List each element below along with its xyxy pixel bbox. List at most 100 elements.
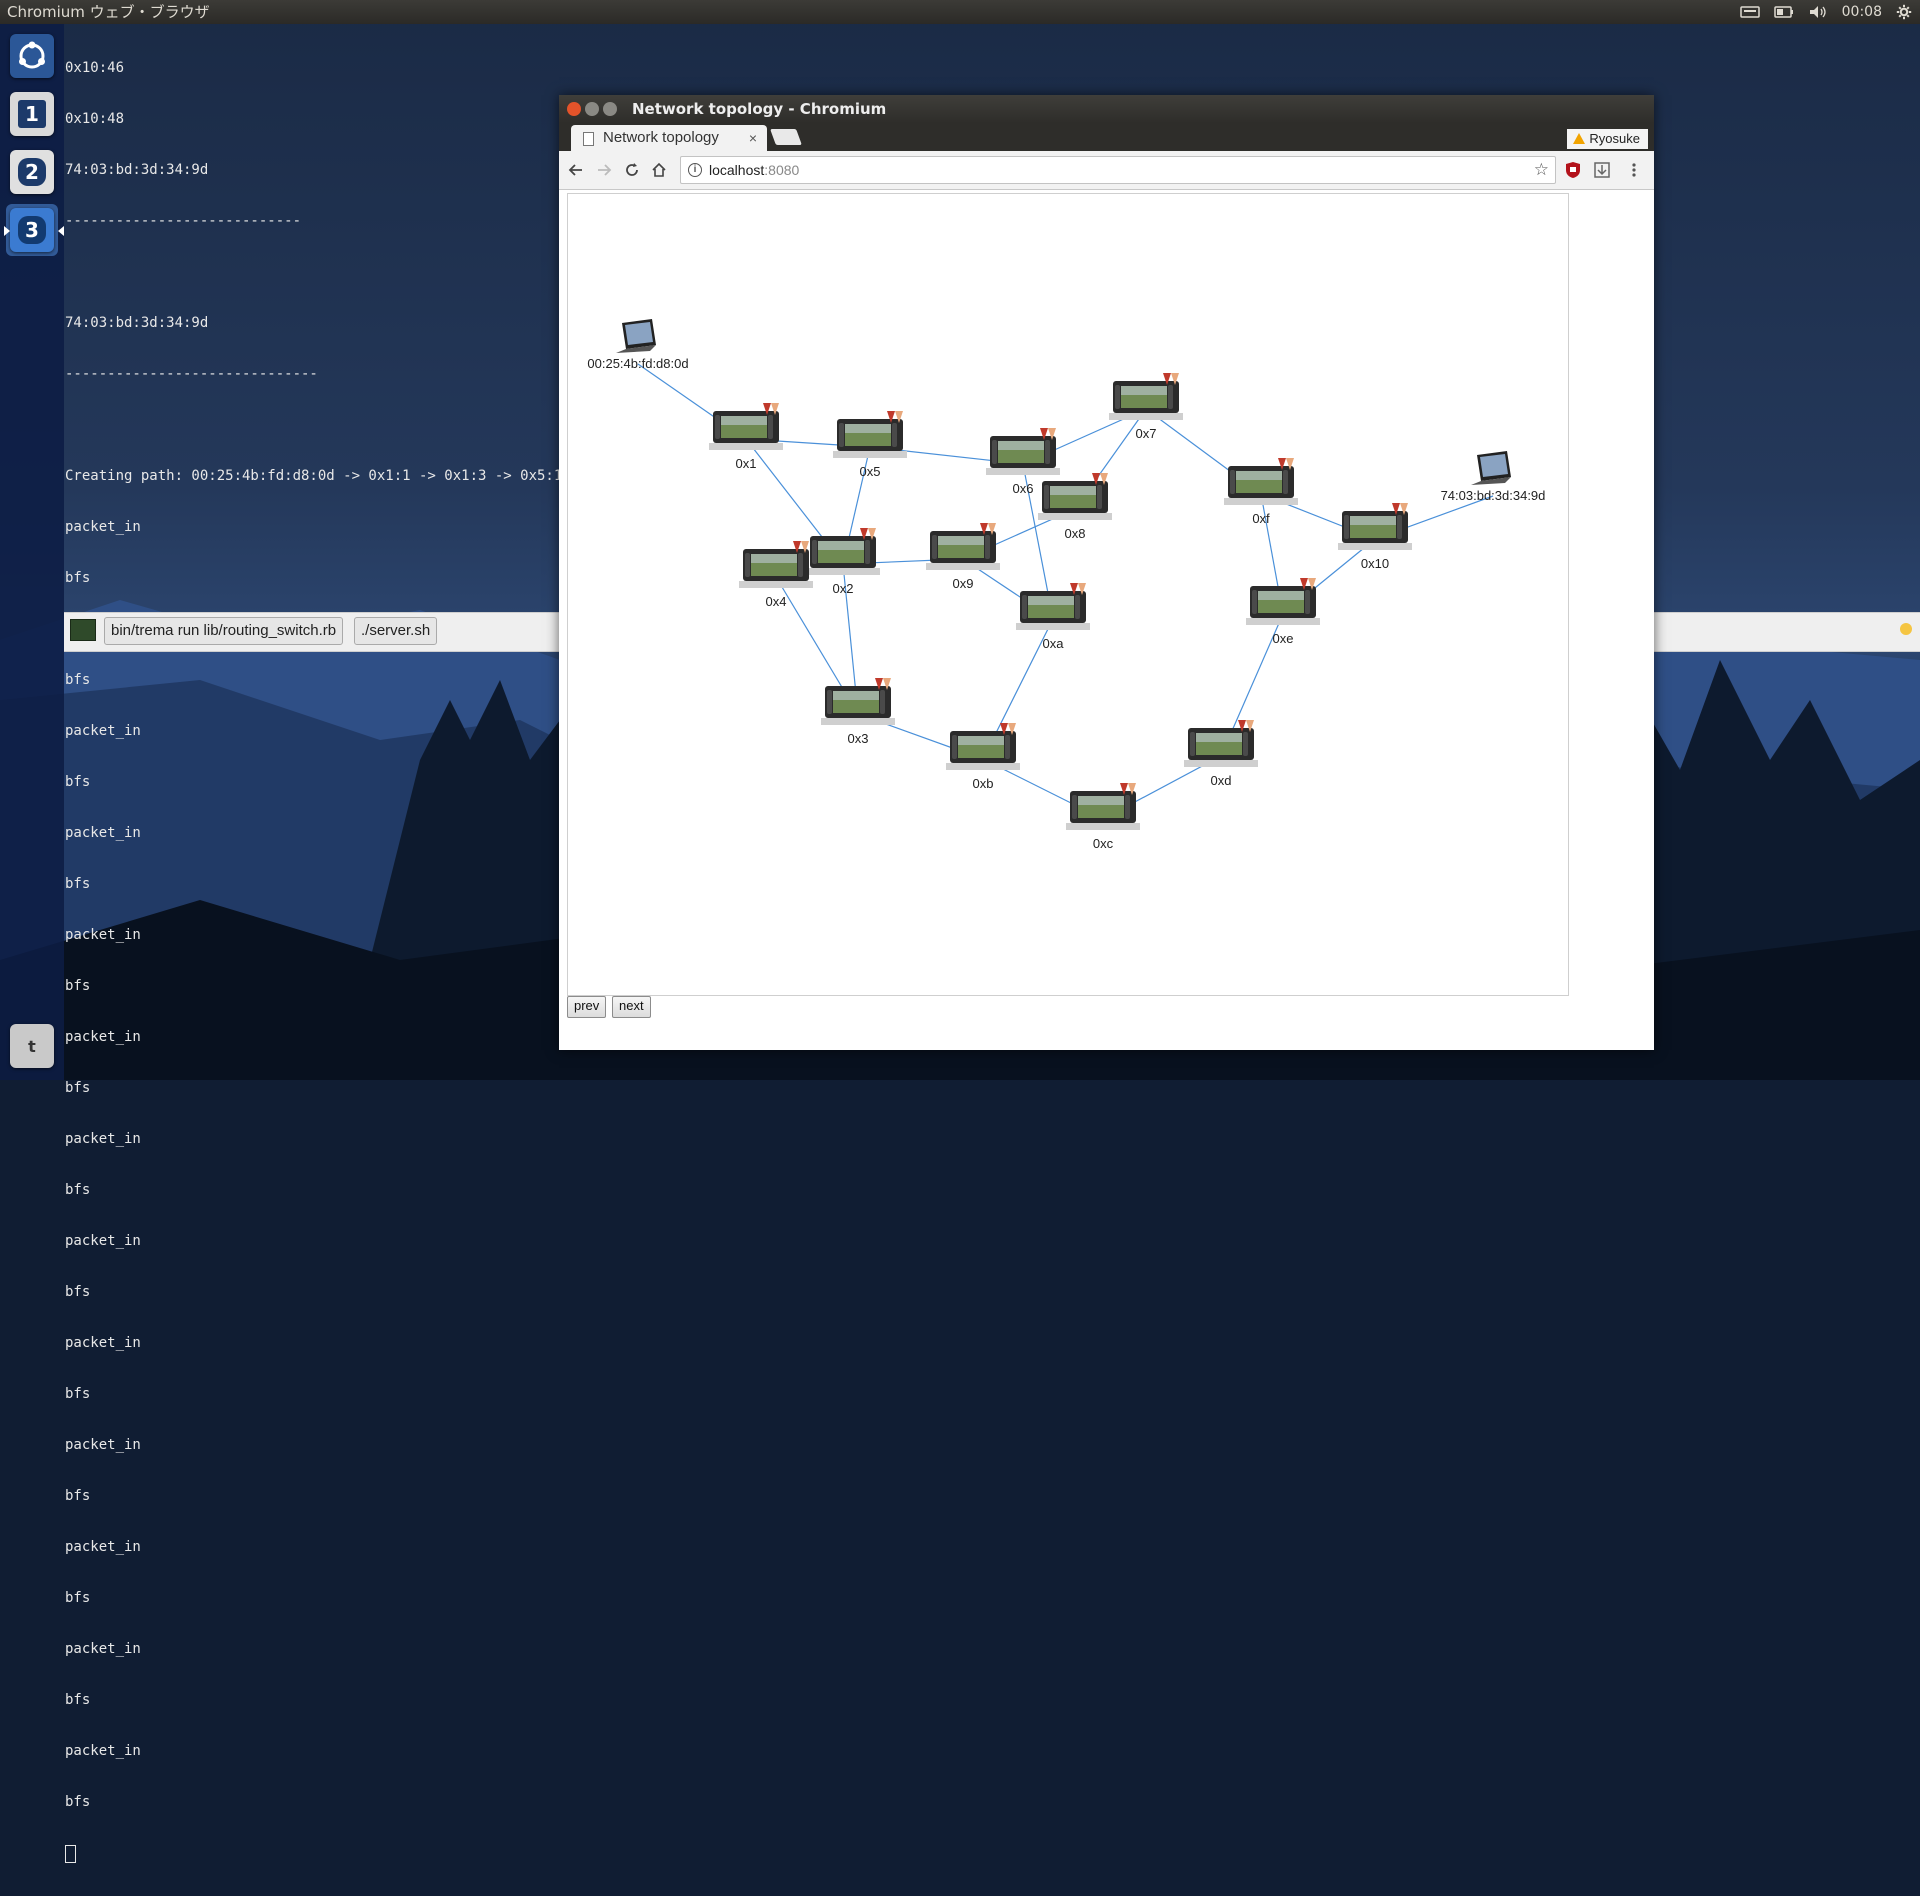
switch-node[interactable] bbox=[1246, 578, 1320, 625]
switch-node[interactable] bbox=[1338, 503, 1412, 550]
home-button[interactable] bbox=[648, 159, 670, 181]
terminal-line: packet_in bbox=[65, 1539, 141, 1555]
switch-node[interactable] bbox=[986, 428, 1060, 475]
notification-icon[interactable] bbox=[1900, 623, 1912, 635]
settings-icon: 2 bbox=[10, 150, 54, 194]
terminal-line: ---------------------------- bbox=[65, 213, 302, 229]
maximize-window-button[interactable] bbox=[603, 102, 617, 116]
workspace-2-label: 2 bbox=[18, 158, 46, 186]
bookmark-star-icon[interactable]: ☆ bbox=[1534, 157, 1549, 183]
host-node[interactable] bbox=[616, 319, 656, 353]
switch-label: 0x6 bbox=[1013, 481, 1034, 496]
site-info-icon[interactable]: i bbox=[688, 163, 702, 177]
home-icon bbox=[652, 162, 666, 177]
page-icon bbox=[583, 132, 594, 146]
url-host: localhost bbox=[709, 162, 765, 178]
download-extension-button[interactable] bbox=[1591, 159, 1613, 181]
terminal-line: packet_in bbox=[65, 825, 141, 841]
volume-icon[interactable] bbox=[1808, 5, 1828, 19]
close-window-button[interactable] bbox=[567, 102, 581, 116]
tab-close-icon[interactable]: × bbox=[749, 125, 757, 151]
window-titlebar[interactable]: Network topology - Chromium bbox=[559, 95, 1654, 123]
switch-node[interactable] bbox=[833, 411, 907, 458]
switch-node[interactable] bbox=[709, 403, 783, 450]
switch-node[interactable] bbox=[1184, 720, 1258, 767]
workspace-2-button[interactable]: 2 bbox=[6, 146, 58, 198]
terminal-line: packet_in bbox=[65, 1641, 141, 1657]
reload-icon bbox=[626, 163, 638, 176]
switch-node[interactable] bbox=[821, 678, 895, 725]
terminal-app-icon[interactable] bbox=[70, 619, 96, 641]
terminal-line: packet_in bbox=[65, 1131, 141, 1147]
terminal-line: packet_in bbox=[65, 1029, 141, 1045]
switch-node[interactable] bbox=[926, 523, 1000, 570]
tab-label: Network topology bbox=[603, 129, 719, 146]
forward-button[interactable] bbox=[593, 159, 615, 181]
back-button[interactable] bbox=[565, 159, 587, 181]
kebab-menu-icon bbox=[1632, 163, 1636, 177]
battery-icon[interactable] bbox=[1773, 5, 1794, 19]
menu-button[interactable] bbox=[1623, 159, 1645, 181]
terminal-line: 0x10:46 bbox=[65, 60, 125, 76]
terminal-line: packet_in bbox=[65, 519, 141, 535]
terminal-line: bfs bbox=[65, 1386, 91, 1402]
host-label: 00:25:4b:fd:d8:0d bbox=[587, 356, 688, 371]
trash-label: t bbox=[28, 1036, 36, 1056]
terminal-line: bfs bbox=[65, 876, 91, 892]
workspace-3-button[interactable]: 3 bbox=[4, 204, 64, 256]
browser-toolbar: i localhost:8080 ☆ bbox=[559, 151, 1654, 190]
terminal-cursor bbox=[65, 1845, 76, 1863]
trash-button[interactable]: t bbox=[6, 1020, 58, 1072]
tab-network-topology[interactable]: Network topology × bbox=[571, 125, 767, 151]
browser-window: Network topology - Chromium Network topo… bbox=[559, 95, 1654, 1050]
indicator-area: 00:08 bbox=[1739, 0, 1912, 24]
reload-button[interactable] bbox=[621, 159, 643, 181]
switch-node[interactable] bbox=[1016, 583, 1090, 630]
top-panel: Chromium ウェブ・ブラウザ 00:08 bbox=[0, 0, 1920, 24]
trash-icon: t bbox=[10, 1024, 54, 1068]
topology-canvas[interactable]: 0x1 0x2 0x3 0x4 0x5 0x6 0x7 0x8 0x9 0xa 0xb 0xc 0xd 0… bbox=[567, 193, 1569, 996]
switch-node[interactable] bbox=[739, 541, 813, 588]
prev-button[interactable]: prev bbox=[567, 996, 607, 1018]
minimize-window-button[interactable] bbox=[585, 102, 599, 116]
terminal-line: 74:03:bd:3d:34:9d bbox=[65, 162, 209, 178]
terminal-line: packet_in bbox=[65, 1743, 141, 1759]
clock[interactable]: 00:08 bbox=[1842, 0, 1882, 24]
new-tab-button[interactable] bbox=[770, 129, 802, 145]
switch-label: 0x1 bbox=[736, 456, 757, 471]
shield-icon bbox=[1566, 162, 1580, 178]
workspace-1-button[interactable]: 1 bbox=[6, 88, 58, 140]
terminal-line: bfs bbox=[65, 1692, 91, 1708]
keyboard-icon[interactable] bbox=[1739, 5, 1760, 19]
download-icon bbox=[1594, 162, 1610, 178]
host-node[interactable] bbox=[1471, 451, 1511, 485]
ubuntu-dash-button[interactable] bbox=[6, 30, 58, 82]
terminal-line: bfs bbox=[65, 1590, 91, 1606]
terminal-tab-trema[interactable]: bin/trema run lib/routing_switch.rb bbox=[104, 617, 344, 645]
terminal-line: bfs bbox=[65, 1488, 91, 1504]
switch-node[interactable] bbox=[806, 528, 880, 575]
ublock-extension-button[interactable] bbox=[1562, 159, 1584, 181]
switch-label: 0x5 bbox=[860, 464, 881, 479]
switch-node[interactable] bbox=[1038, 473, 1112, 520]
gear-icon[interactable] bbox=[1896, 4, 1912, 20]
workspace-3-icon: 3 bbox=[10, 208, 54, 252]
profile-name: Ryosuke bbox=[1589, 131, 1640, 146]
next-button[interactable]: next bbox=[612, 996, 651, 1018]
terminal-line: packet_in bbox=[65, 1233, 141, 1249]
profile-button[interactable]: Ryosuke bbox=[1567, 129, 1648, 149]
switch-label: 0xe bbox=[1273, 631, 1294, 646]
terminal-lines: 0x10:46 0x10:48 74:03:bd:3d:34:9d ------… bbox=[65, 26, 588, 1896]
switch-node[interactable] bbox=[1109, 373, 1183, 420]
url-port: :8080 bbox=[764, 162, 800, 178]
address-bar[interactable]: i localhost:8080 ☆ bbox=[680, 156, 1556, 184]
switch-label: 0x8 bbox=[1065, 526, 1086, 541]
terminal-tab-server[interactable]: ./server.sh bbox=[354, 617, 438, 645]
switch-label: 0xc bbox=[1093, 836, 1114, 851]
switch-node[interactable] bbox=[1224, 458, 1298, 505]
switch-node[interactable] bbox=[946, 723, 1020, 770]
back-arrow-icon bbox=[568, 164, 582, 176]
terminal-line: bfs bbox=[65, 978, 91, 994]
switch-node[interactable] bbox=[1066, 783, 1140, 830]
